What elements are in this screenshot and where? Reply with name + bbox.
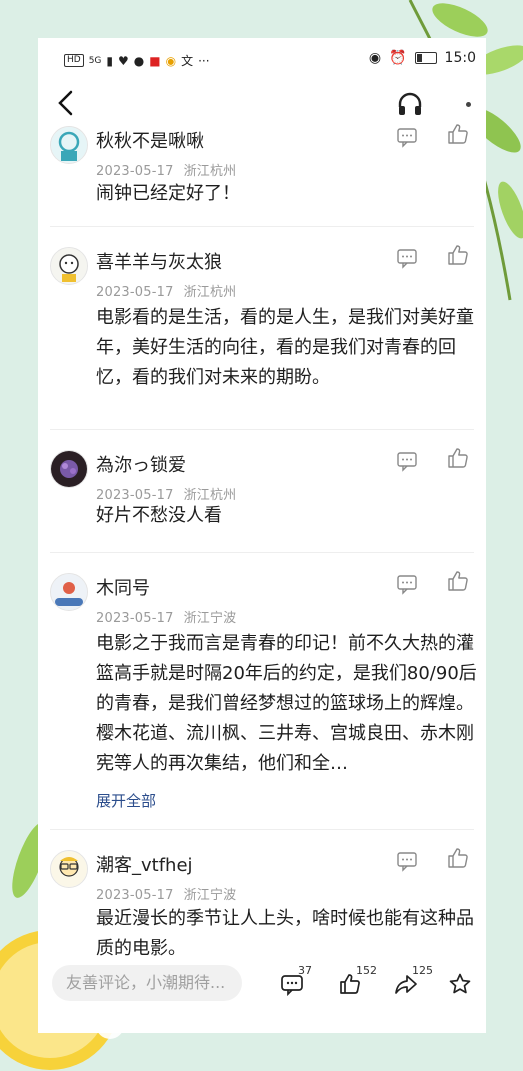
weibo-icon: ◉ (165, 53, 177, 68)
status-bar: HD 5G ▮ ♥ ● ■ ◉ 文 ··· ◉ ⏰ 15:0 (38, 38, 486, 80)
avatar[interactable] (50, 850, 88, 888)
comment-meta: 2023-05-17 浙江宁波 (96, 607, 236, 626)
avatar[interactable] (50, 573, 88, 611)
reply-icon[interactable] (396, 450, 418, 472)
thumbs-up-icon[interactable] (446, 122, 470, 146)
reply-icon[interactable] (396, 247, 418, 269)
comment-username[interactable]: 秋秋不是啾啾 (96, 127, 204, 153)
comment-username[interactable]: 喜羊羊与灰太狼 (96, 248, 222, 274)
comment-date: 2023-05-17 (96, 285, 174, 300)
comment-location: 浙江宁波 (183, 888, 237, 903)
chat-icon: ● (133, 53, 145, 68)
star-icon (449, 973, 471, 994)
avatar[interactable] (50, 126, 88, 164)
comment-location: 浙江杭州 (183, 285, 237, 300)
expand-all-link[interactable]: 展开全部 (96, 790, 156, 811)
comment-text: 闹钟已经定好了！ (96, 183, 240, 204)
comment-date: 2023-05-17 (96, 164, 174, 179)
header (38, 84, 486, 124)
like-count: 152 (356, 964, 377, 977)
comment-input[interactable]: 友善评论，小潮期待... (52, 965, 242, 1001)
signal-icon: ▮ (106, 53, 114, 68)
thumbs-up-icon[interactable] (446, 846, 470, 870)
comment-meta: 2023-05-17 浙江杭州 (96, 281, 236, 300)
comment-location: 浙江杭州 (183, 164, 237, 179)
comment-item: 喜羊羊与灰太狼 2023-05-17 浙江杭州 电影看的是生活，看的是人生，是我们… (50, 243, 474, 430)
comment-meta: 2023-05-17 浙江杭州 (96, 160, 236, 179)
comment-date: 2023-05-17 (96, 611, 174, 626)
share-button[interactable]: 125 (394, 964, 433, 998)
share-count: 125 (412, 964, 433, 977)
reply-icon[interactable] (396, 850, 418, 872)
like-button[interactable]: 152 (338, 964, 377, 998)
bottom-action-bar: 友善评论，小潮期待... 37 152 125 (38, 956, 486, 1016)
hd-badge: HD (64, 54, 84, 67)
comment-text: 电影之于我而言是青春的印记！前不久大热的灌篮高手就是时隔20年后的约定，是我们8… (96, 633, 477, 774)
comment-count: 37 (298, 964, 312, 977)
more-icon[interactable] (466, 102, 471, 107)
comment-list: 秋秋不是啾啾 2023-05-17 浙江杭州 闹钟已经定好了！ 喜羊羊与灰太狼 2… (38, 122, 486, 976)
status-left-icons: HD 5G ▮ ♥ ● ■ ◉ 文 ··· (64, 52, 210, 69)
comment-username[interactable]: 為沵っ锁爱 (96, 451, 186, 477)
app-icon: ■ (149, 53, 161, 68)
battery-icon (414, 52, 437, 64)
signal-label: 5G (88, 55, 102, 66)
comment-text: 好片不愁没人看 (96, 505, 222, 526)
comment-date: 2023-05-17 (96, 888, 174, 903)
comment-username[interactable]: 木同号 (96, 574, 150, 600)
comment-username[interactable]: 潮客_vtfhej (96, 851, 193, 877)
thumbs-up-icon[interactable] (446, 569, 470, 593)
avatar[interactable] (50, 247, 88, 285)
more-notifications-icon: ··· (198, 53, 210, 68)
comment-text: 最近漫长的季节让人上头，啥时候也能有这种品质的电影。 (96, 908, 474, 959)
clock-time: 15:0 (444, 50, 476, 66)
comment-item: 秋秋不是啾啾 2023-05-17 浙江杭州 闹钟已经定好了！ (50, 122, 474, 227)
comment-meta: 2023-05-17 浙江宁波 (96, 884, 236, 903)
favorite-button[interactable] (448, 968, 478, 998)
reply-icon[interactable] (396, 126, 418, 148)
comment-item: 為沵っ锁爱 2023-05-17 浙江杭州 好片不愁没人看 (50, 446, 474, 553)
comments-button[interactable]: 37 (280, 964, 312, 998)
headphones-icon[interactable] (396, 90, 424, 118)
comment-text: 电影看的是生活，看的是人生，是我们对美好童年，美好生活的向往，看的是我们对青春的… (96, 307, 474, 388)
chevron-left-icon[interactable] (52, 88, 82, 118)
status-right-icons: ◉ ⏰ 15:0 (369, 50, 476, 66)
heart-icon: ♥ (118, 53, 129, 68)
thumbs-up-icon[interactable] (446, 243, 470, 267)
alarm-icon: ⏰ (389, 50, 407, 66)
thumbs-up-icon[interactable] (446, 446, 470, 470)
comment-location: 浙江宁波 (183, 611, 237, 626)
avatar[interactable] (50, 450, 88, 488)
reply-icon[interactable] (396, 573, 418, 595)
phone-screen: HD 5G ▮ ♥ ● ■ ◉ 文 ··· ◉ ⏰ 15:0 秋秋不是啾啾 20… (38, 38, 486, 1033)
comment-item: 木同号 2023-05-17 浙江宁波 电影之于我而言是青春的印记！前不久大热的灌… (50, 569, 477, 830)
translate-icon: 文 (181, 54, 194, 68)
eye-icon: ◉ (368, 50, 382, 66)
